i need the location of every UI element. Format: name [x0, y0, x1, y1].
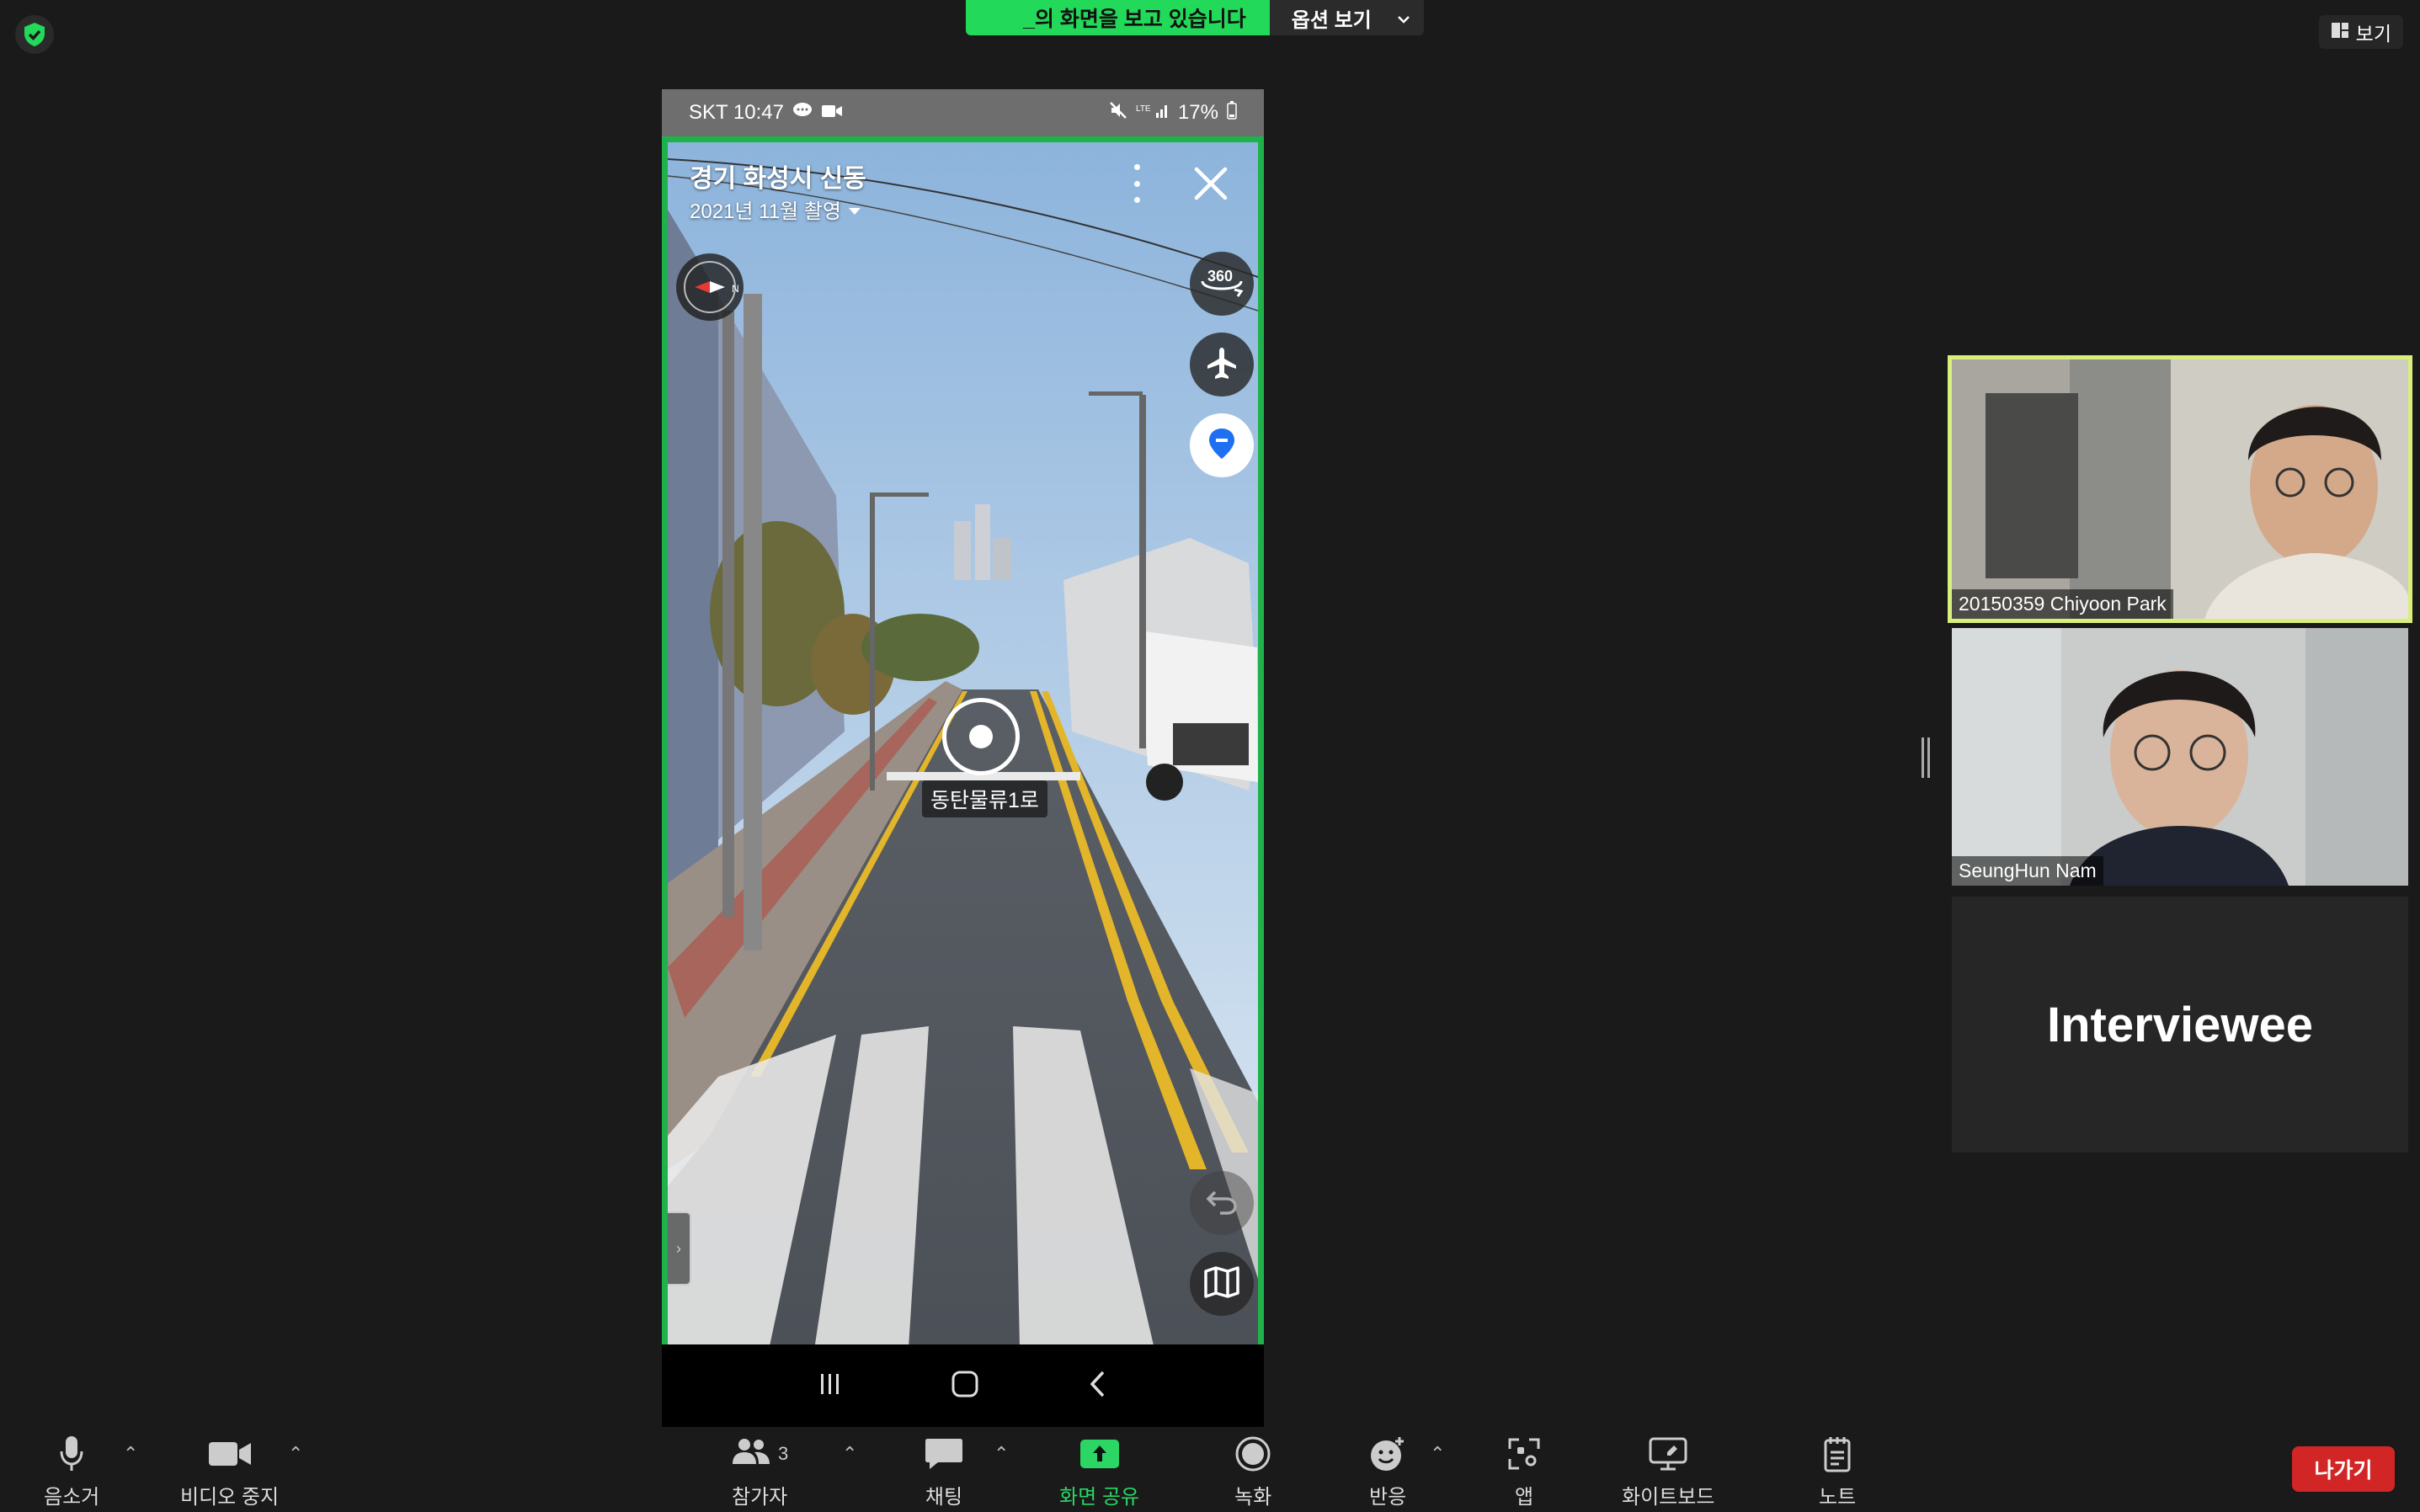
location-pin-button[interactable]: [1190, 413, 1254, 477]
battery-percent: 17%: [1177, 101, 1218, 124]
stop-video-button[interactable]: 비디오 중지: [180, 1433, 279, 1509]
participant-video: [1952, 628, 2408, 886]
participant-name: 20150359 Chiyoon Park: [1952, 589, 2173, 619]
mute-status-icon: [1109, 101, 1127, 125]
mute-button[interactable]: 음소거: [44, 1433, 99, 1509]
reactions-options-caret-icon[interactable]: ⌃: [1430, 1443, 1445, 1465]
view-options-button[interactable]: 옵션 보기: [1269, 0, 1424, 35]
chevron-down-icon: [1397, 6, 1410, 29]
record-label: 녹화: [1234, 1486, 1272, 1509]
notes-button[interactable]: 노트: [1819, 1433, 1856, 1509]
participant-tile-active[interactable]: 20150359 Chiyoon Park: [1948, 355, 2412, 623]
recent-apps-icon[interactable]: [817, 1371, 844, 1402]
notes-label: 노트: [1819, 1486, 1857, 1509]
audio-options-caret-icon[interactable]: ⌃: [123, 1443, 138, 1465]
message-notification-icon: [792, 101, 813, 125]
lte-signal-icon: LTE: [1136, 101, 1170, 125]
stop-video-label: 비디오 중지: [180, 1486, 280, 1509]
apps-icon: [1507, 1433, 1541, 1475]
map-icon: [1203, 1265, 1240, 1303]
video-camera-icon: [208, 1433, 252, 1475]
participants-icon: [731, 1437, 771, 1472]
chat-options-caret-icon[interactable]: ⌃: [994, 1443, 1009, 1465]
participant-name: SeungHun Nam: [1952, 856, 2103, 886]
participant-display-name: Interviewee: [2047, 997, 2313, 1052]
meeting-toolbar: 음소거 ⌃ 비디오 중지 ⌃ 3 참가자 ⌃ 채팅 ⌃ 화면 공유 녹화 반응 …: [0, 1423, 2420, 1512]
participant-video: [1952, 359, 2408, 619]
security-shield-icon[interactable]: [15, 15, 54, 54]
record-icon: [1235, 1433, 1271, 1475]
airplane-view-button[interactable]: [1190, 333, 1254, 397]
participant-tile-no-video[interactable]: Interviewee: [1952, 897, 2408, 1153]
apps-button[interactable]: 앱: [1507, 1433, 1541, 1509]
chat-button[interactable]: 채팅: [925, 1433, 963, 1509]
share-screen-button[interactable]: 화면 공유: [1059, 1433, 1139, 1509]
whiteboard-label: 화이트보드: [1622, 1486, 1715, 1509]
screen-share-banner: _의 화면을 보고 있습니다 옵션 보기: [966, 0, 1424, 35]
mute-label: 음소거: [44, 1486, 100, 1509]
participants-button[interactable]: 3 참가자: [731, 1433, 788, 1509]
share-screen-icon: [1079, 1433, 1120, 1475]
move-target-icon[interactable]: [942, 698, 1020, 775]
shared-phone-screen[interactable]: SKT 10:47 LTE 17% 경기 화성시 신동 2021년 11월 촬영…: [662, 89, 1264, 1427]
caret-down-icon: [848, 198, 861, 221]
leave-button[interactable]: 나가기: [2292, 1446, 2395, 1492]
capture-date-selector[interactable]: 2021년 11월 촬영: [690, 194, 861, 224]
chat-label: 채팅: [925, 1486, 963, 1509]
notes-icon: [1822, 1433, 1852, 1475]
gallery-layout-icon: [2331, 21, 2349, 44]
rotate-360-icon: 360: [1197, 263, 1246, 306]
svg-text:360: 360: [1207, 268, 1233, 285]
video-notification-icon: [821, 101, 843, 125]
airplane-icon: [1205, 346, 1239, 384]
participant-count: 3: [778, 1443, 789, 1464]
panel-resize-handle[interactable]: [1922, 737, 1930, 778]
participants-options-caret-icon[interactable]: ⌃: [842, 1443, 857, 1465]
whiteboard-button[interactable]: 화이트보드: [1622, 1433, 1714, 1509]
panel-expand-handle[interactable]: ›: [668, 1211, 691, 1286]
location-pin-icon: [1207, 427, 1236, 465]
svg-text:LTE: LTE: [1136, 104, 1151, 114]
microphone-icon: [59, 1433, 84, 1475]
capture-date-label: 2021년 11월 촬영: [690, 200, 841, 223]
whiteboard-icon: [1649, 1433, 1687, 1475]
home-icon[interactable]: [951, 1370, 979, 1403]
undo-icon: [1205, 1187, 1239, 1220]
participant-tile[interactable]: SeungHun Nam: [1952, 628, 2408, 886]
video-options-caret-icon[interactable]: ⌃: [288, 1443, 303, 1465]
map-button[interactable]: [1190, 1252, 1254, 1316]
participants-label: 참가자: [732, 1486, 788, 1509]
road-name-label: 동탄물류1로: [922, 780, 1047, 817]
pano-360-button[interactable]: 360: [1190, 252, 1254, 316]
back-icon[interactable]: [1086, 1370, 1110, 1403]
view-options-label: 옵션 보기: [1291, 8, 1372, 32]
street-view-panorama[interactable]: 경기 화성시 신동 2021년 11월 촬영 N 360 동탄물류1로 ›: [662, 136, 1264, 1427]
share-screen-label: 화면 공유: [1059, 1486, 1139, 1509]
more-options-icon[interactable]: [1128, 164, 1145, 203]
undo-button[interactable]: [1190, 1171, 1254, 1235]
emoji-reaction-icon: [1369, 1433, 1406, 1475]
phone-status-bar: SKT 10:47 LTE 17%: [662, 89, 1264, 136]
close-icon[interactable]: [1190, 162, 1232, 205]
place-title: 경기 화성시 신동: [690, 165, 866, 193]
apps-label: 앱: [1514, 1486, 1534, 1509]
android-nav-bar: [662, 1344, 1264, 1427]
share-banner-text: _의 화면을 보고 있습니다: [966, 0, 1270, 35]
view-button-label: 보기: [2355, 23, 2391, 45]
view-button[interactable]: 보기: [2318, 15, 2403, 49]
chat-icon: [925, 1433, 963, 1475]
chevron-right-icon: ›: [676, 1239, 681, 1257]
battery-icon: [1227, 100, 1237, 125]
reactions-label: 반응: [1369, 1486, 1407, 1509]
reactions-button[interactable]: 반응: [1369, 1433, 1406, 1509]
svg-text:N: N: [732, 283, 739, 295]
status-carrier-time: SKT 10:47: [689, 101, 784, 124]
compass-icon[interactable]: N: [676, 253, 744, 321]
record-button[interactable]: 녹화: [1234, 1433, 1271, 1509]
